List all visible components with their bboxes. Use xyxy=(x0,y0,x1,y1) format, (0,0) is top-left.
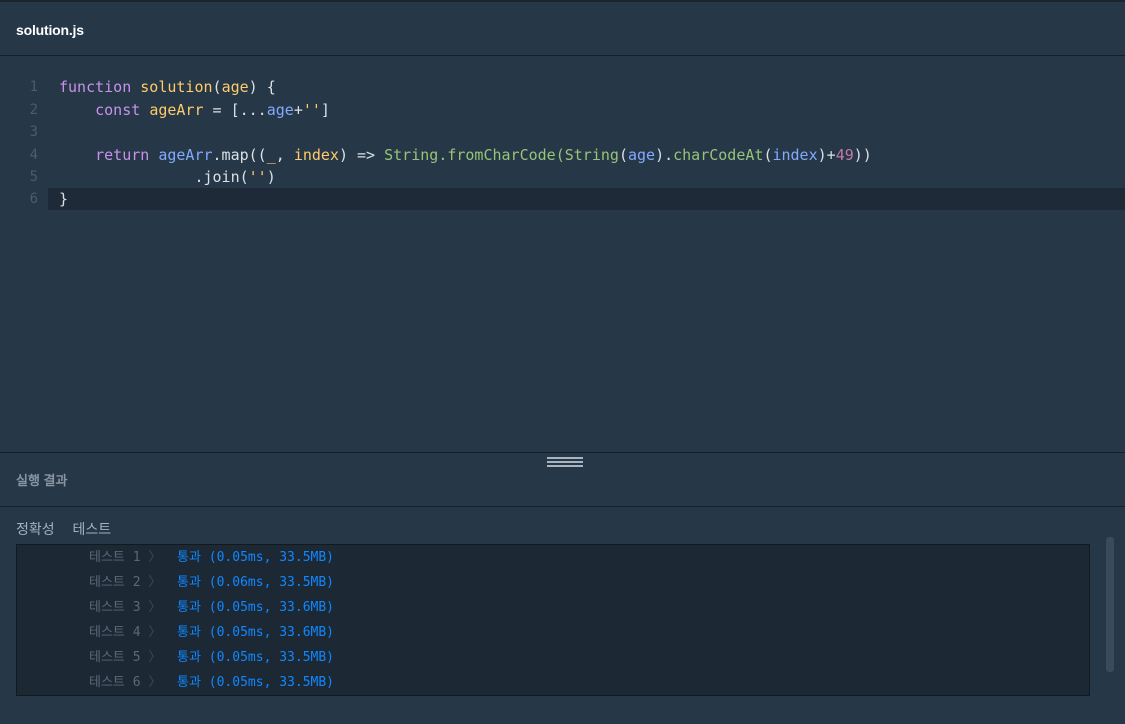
code-line[interactable]: 5 .join('') xyxy=(0,166,1125,188)
test-status: 통과 (0.05ms, 33.5MB) xyxy=(177,675,335,690)
line-number: 3 xyxy=(29,124,38,140)
code-text: function solution(age) { xyxy=(59,76,276,98)
code-token: age xyxy=(627,146,656,164)
chevron-right-icon: 〉 xyxy=(148,550,178,565)
test-status: 통과 (0.05ms, 33.6MB) xyxy=(177,625,335,640)
code-text: .join('') xyxy=(59,166,276,188)
code-token: String xyxy=(564,146,619,164)
code-token: age xyxy=(266,101,294,119)
results-tabs: 정확성 테스트 xyxy=(16,519,125,539)
code-token: ) { xyxy=(248,78,276,96)
line-number: 1 xyxy=(29,79,38,95)
code-text: return ageArr.map((_, index) => String.f… xyxy=(59,144,872,166)
chevron-right-icon: 〉 xyxy=(148,625,178,640)
code-token: ( xyxy=(618,146,628,164)
test-label: 테스트 1 xyxy=(89,550,149,565)
code-token: ) xyxy=(266,168,276,186)
resize-handle[interactable] xyxy=(547,457,583,467)
line-number: 6 xyxy=(29,191,38,207)
test-label: 테스트 4 xyxy=(89,625,149,640)
code-token: = [... xyxy=(203,101,267,119)
test-status: 통과 (0.06ms, 33.5MB) xyxy=(177,575,335,590)
test-label: 테스트 2 xyxy=(89,575,149,590)
test-status: 통과 (0.05ms, 33.5MB) xyxy=(177,650,335,665)
chevron-right-icon: 〉 xyxy=(148,675,178,690)
chevron-right-icon: 〉 xyxy=(148,575,178,590)
code-line[interactable]: 2 const ageArr = [...age+''] xyxy=(0,99,1125,121)
code-token: )) xyxy=(853,146,872,164)
tab-test[interactable]: 테스트 xyxy=(73,521,112,537)
line-number: 5 xyxy=(29,169,38,185)
test-result-row: 테스트 3 〉 통과 (0.05ms, 33.6MB) xyxy=(89,595,334,620)
code-token: solution xyxy=(140,78,213,96)
test-result-row: 테스트 1 〉 통과 (0.05ms, 33.5MB) xyxy=(89,545,334,570)
code-token: ageArr xyxy=(158,146,213,164)
code-token: index xyxy=(293,146,339,164)
results-list: 테스트 1 〉 통과 (0.05ms, 33.5MB) 테스트 2 〉 통과 (0… xyxy=(16,544,1090,696)
test-result-row: 테스트 4 〉 통과 (0.05ms, 33.6MB) xyxy=(89,620,334,645)
test-status: 통과 (0.05ms, 33.6MB) xyxy=(177,600,335,615)
results-scrollbar[interactable] xyxy=(1106,537,1114,672)
code-editor[interactable]: 1 function solution(age) {2 const ageArr … xyxy=(0,57,1125,452)
code-token: ). xyxy=(655,146,674,164)
code-token: .map(( xyxy=(212,146,267,164)
code-token: '' xyxy=(302,101,321,119)
code-token: return xyxy=(95,146,150,164)
test-label: 테스트 6 xyxy=(89,675,149,690)
chevron-right-icon: 〉 xyxy=(148,650,178,665)
code-token: .fromCharCode( xyxy=(438,146,565,164)
code-token: .join( xyxy=(59,168,249,186)
code-token: + xyxy=(293,101,303,119)
file-header: solution.js xyxy=(0,2,1125,56)
code-token: ageArr xyxy=(149,101,204,119)
code-token: function xyxy=(59,78,132,96)
code-token: 49 xyxy=(835,146,854,164)
code-token: charCodeAt xyxy=(673,146,764,164)
code-token: ) => xyxy=(338,146,385,164)
code-token: String xyxy=(384,146,439,164)
results-title: 실행 결과 xyxy=(16,473,68,488)
code-token: ] xyxy=(320,101,330,119)
line-number: 4 xyxy=(29,147,38,163)
test-label: 테스트 3 xyxy=(89,600,149,615)
chevron-right-icon: 〉 xyxy=(148,600,178,615)
code-line[interactable]: 6} xyxy=(30,188,1125,210)
code-token: index xyxy=(772,146,818,164)
code-token: _ xyxy=(266,146,276,164)
test-result-row: 테스트 5 〉 통과 (0.05ms, 33.5MB) xyxy=(89,645,334,670)
code-token: const xyxy=(95,101,141,119)
code-token: '' xyxy=(248,168,267,186)
line-number: 2 xyxy=(29,102,38,118)
code-line[interactable]: 4 return ageArr.map((_, index) => String… xyxy=(0,144,1125,166)
code-line[interactable]: 1 function solution(age) { xyxy=(0,76,1125,98)
tab-accuracy[interactable]: 정확성 xyxy=(16,521,55,537)
test-result-row: 테스트 2 〉 통과 (0.06ms, 33.5MB) xyxy=(89,570,334,595)
test-status: 통과 (0.05ms, 33.5MB) xyxy=(177,550,335,565)
code-token: } xyxy=(59,190,69,208)
code-token: , xyxy=(275,146,294,164)
file-name: solution.js xyxy=(16,22,84,38)
code-token: ( xyxy=(212,78,222,96)
code-line[interactable]: 3 xyxy=(0,121,1125,143)
code-text: const ageArr = [...age+''] xyxy=(59,99,330,121)
code-token: age xyxy=(221,78,249,96)
test-result-row: 테스트 6 〉 통과 (0.05ms, 33.5MB) xyxy=(89,670,334,695)
code-token: )+ xyxy=(817,146,836,164)
code-text: } xyxy=(59,188,68,210)
test-label: 테스트 5 xyxy=(89,650,149,665)
